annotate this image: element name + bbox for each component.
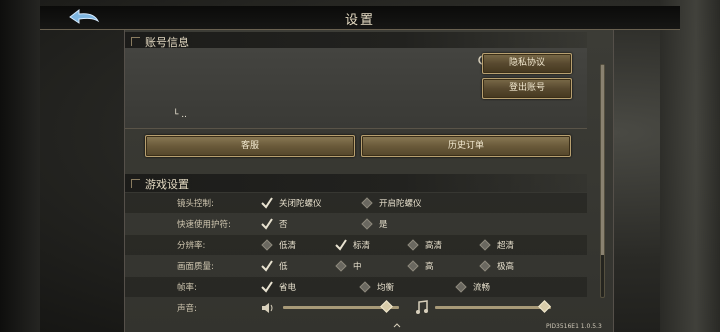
- resolution-ultra-label: 超清: [497, 241, 515, 251]
- resolution-standard-label: 标清: [353, 241, 371, 251]
- background-left: [0, 0, 40, 332]
- resolution-high-label: 高清: [425, 241, 443, 251]
- page-title: 设置: [344, 13, 375, 28]
- sound-volume-handle[interactable]: [380, 300, 394, 313]
- background-right: [660, 0, 720, 332]
- resolution-label: 分辨率:: [177, 241, 206, 251]
- diamond-icon: [407, 239, 419, 251]
- talisman-no-label: 否: [279, 220, 288, 230]
- resolution-standard-option[interactable]: 标清: [335, 238, 370, 252]
- quick-talisman-label: 快速使用护符:: [177, 220, 231, 230]
- diamond-icon: [359, 281, 371, 293]
- customer-service-button[interactable]: 客服: [145, 135, 355, 157]
- fps-balanced-option[interactable]: 均衡: [359, 280, 394, 294]
- scroll-down-indicator-icon: [393, 323, 401, 328]
- graphics-quality-row: 画面质量: 低 中 高 极高: [125, 256, 587, 276]
- resolution-ultra-option[interactable]: 超清: [479, 238, 514, 252]
- username: └ ..: [173, 110, 188, 120]
- check-icon: [261, 218, 273, 230]
- order-history-button[interactable]: 历史订单: [361, 135, 571, 157]
- quality-medium-label: 中: [353, 262, 362, 272]
- talisman-yes-option[interactable]: 是: [361, 217, 388, 231]
- fps-smooth-label: 流畅: [473, 283, 491, 293]
- quality-max-label: 极高: [497, 262, 515, 272]
- top-bar: 设置: [40, 6, 680, 30]
- quality-low-label: 低: [279, 262, 288, 272]
- divider: [125, 128, 587, 129]
- quick-talisman-row: 快速使用护符: 否 是: [125, 214, 587, 234]
- diamond-icon: [479, 239, 491, 251]
- resolution-low-label: 低清: [279, 241, 297, 251]
- gyro-on-option[interactable]: 开启陀螺仪: [361, 196, 422, 210]
- game-section-header: 游戏设置: [125, 174, 587, 192]
- settings-panel: 账号信息 └ .. 隐私协议 登出账号 客服 历史订单 游戏设置 镜头控制: 关…: [124, 30, 614, 332]
- diamond-icon: [407, 260, 419, 272]
- fps-smooth-option[interactable]: 流畅: [455, 280, 490, 294]
- check-icon: [261, 260, 273, 272]
- music-note-icon: [416, 300, 428, 314]
- music-volume-handle[interactable]: [538, 300, 552, 313]
- fps-balanced-label: 均衡: [377, 283, 395, 293]
- check-icon: [335, 239, 347, 251]
- resolution-row: 分辨率: 低清 标清 高清 超清: [125, 235, 587, 255]
- diamond-icon: [361, 197, 373, 209]
- speaker-icon: [262, 303, 273, 313]
- diamond-icon: [455, 281, 467, 293]
- fps-power-save-label: 省电: [279, 283, 297, 293]
- diamond-icon: [261, 239, 273, 251]
- back-button[interactable]: [62, 6, 104, 28]
- check-icon: [261, 197, 273, 209]
- logout-button[interactable]: 登出账号: [482, 78, 572, 99]
- music-volume-slider[interactable]: [435, 306, 551, 309]
- camera-control-row: 镜头控制: 关闭陀螺仪 开启陀螺仪: [125, 193, 587, 213]
- sound-label: 声音:: [177, 304, 197, 314]
- privacy-policy-button[interactable]: 隐私协议: [482, 53, 572, 74]
- game-section-title: 游戏设置: [145, 178, 189, 191]
- frame-rate-label: 帧率:: [177, 283, 197, 293]
- sound-row: 声音:: [125, 298, 587, 318]
- version-label: PID3516E1 1.0.5.3: [546, 323, 602, 330]
- gyro-off-option[interactable]: 关闭陀螺仪: [261, 196, 322, 210]
- scrollbar-thumb[interactable]: [601, 65, 604, 255]
- settings-scrollbar[interactable]: [600, 64, 605, 298]
- resolution-high-option[interactable]: 高清: [407, 238, 442, 252]
- diamond-icon: [479, 260, 491, 272]
- resolution-low-option[interactable]: 低清: [261, 238, 296, 252]
- talisman-no-option[interactable]: 否: [261, 217, 288, 231]
- camera-control-label: 镜头控制:: [177, 199, 214, 209]
- fps-power-save-option[interactable]: 省电: [261, 280, 296, 294]
- quality-low-option[interactable]: 低: [261, 259, 288, 273]
- check-icon: [261, 281, 273, 293]
- gyro-on-label: 开启陀螺仪: [379, 199, 422, 209]
- quality-max-option[interactable]: 极高: [479, 259, 514, 273]
- back-arrow-icon: [69, 8, 100, 24]
- talisman-yes-label: 是: [379, 220, 388, 230]
- diamond-icon: [335, 260, 347, 272]
- quality-high-label: 高: [425, 262, 434, 272]
- graphics-quality-label: 画面质量:: [177, 262, 214, 272]
- frame-rate-row: 帧率: 省电 均衡 流畅: [125, 277, 587, 297]
- quality-high-option[interactable]: 高: [407, 259, 434, 273]
- gyro-off-label: 关闭陀螺仪: [279, 199, 322, 209]
- quality-medium-option[interactable]: 中: [335, 259, 362, 273]
- diamond-icon: [361, 218, 373, 230]
